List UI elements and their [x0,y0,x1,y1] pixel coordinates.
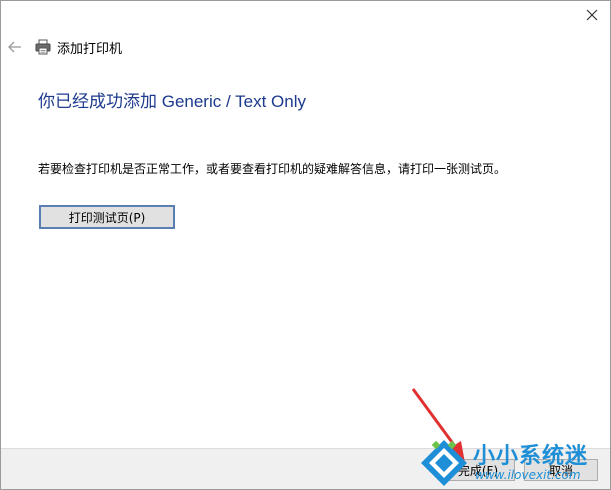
cancel-button[interactable]: 取消 [524,459,598,481]
description-text: 若要检查打印机是否正常工作，或者要查看打印机的疑难解答信息，请打印一张测试页。 [38,162,507,176]
printer-icon [35,39,51,55]
window-title: 添加打印机 [57,42,123,57]
back-button[interactable] [7,39,23,55]
success-heading: 你已经成功添加 Generic / Text Only [38,92,306,111]
cancel-label: 取消 [548,463,573,478]
wizard-header: 添加打印机 [1,31,610,61]
close-button[interactable] [584,7,600,23]
close-icon [586,9,598,21]
add-printer-dialog: 添加打印机 你已经成功添加 Generic / Text Only 若要检查打印… [0,0,611,490]
print-test-page-label: 打印测试页(P) [68,210,146,225]
finish-label: 完成(F) [457,463,499,478]
back-arrow-icon [8,41,21,53]
print-test-page-button[interactable]: 打印测试页(P) [39,205,175,229]
dialog-footer: 完成(F) 取消 [1,448,610,489]
finish-button[interactable]: 完成(F) [441,459,515,481]
